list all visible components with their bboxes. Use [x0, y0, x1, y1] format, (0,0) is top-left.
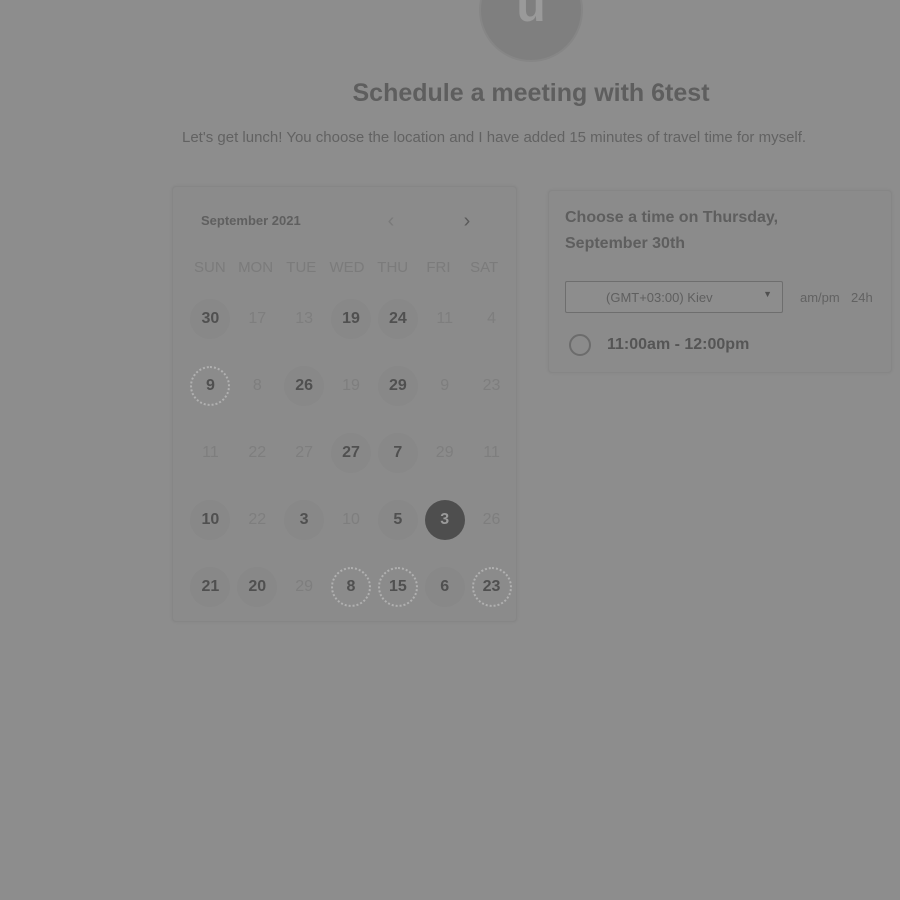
calendar-day: 11	[468, 419, 515, 486]
calendar-day-label: 17	[248, 309, 267, 327]
month-label: September 2021	[201, 213, 301, 228]
calendar-day[interactable]: 9	[187, 352, 234, 419]
calendar-day-label: 19	[330, 298, 371, 339]
caret-down-icon: ▼	[763, 289, 772, 299]
calendar-day-label: 24	[377, 298, 418, 339]
calendar-day[interactable]: 20	[234, 553, 281, 620]
calendar-day: 22	[234, 486, 281, 553]
calendar-day[interactable]: 23	[468, 553, 515, 620]
calendar-day-label: 20	[237, 566, 278, 607]
calendar-day-label: 11	[483, 443, 500, 461]
calendar-day-label: 27	[295, 443, 314, 461]
weekday-label: TUE	[286, 259, 317, 276]
chevron-right-icon[interactable]: ›	[457, 210, 477, 232]
page-title: Schedule a meeting with 6test	[352, 79, 710, 107]
time-picker-heading: Choose a time on Thursday, September 30t…	[565, 209, 779, 252]
calendar-day: 13	[281, 285, 328, 352]
calendar-day-label: 19	[342, 376, 360, 394]
time-picker-card: Choose a time on Thursday, September 30t…	[548, 190, 892, 373]
calendar-day[interactable]: 8	[328, 553, 375, 620]
chevron-left-icon[interactable]: ‹	[381, 210, 401, 232]
radio-icon[interactable]	[569, 334, 591, 356]
calendar-day-label: 22	[248, 510, 267, 528]
calendar-day: 29	[421, 419, 468, 486]
calendar-day-label: 8	[252, 376, 262, 394]
calendar-day: 26	[468, 486, 515, 553]
calendar-day[interactable]: 26	[281, 352, 328, 419]
calendar-day-label: 11	[202, 443, 219, 461]
calendar-day-label: 30	[190, 298, 231, 339]
calendar-day-label: 29	[435, 443, 454, 461]
calendar-day-label: 29	[377, 365, 418, 406]
weekday-header: SUN MON TUE WED THU FRI SAT	[187, 259, 507, 276]
24h-format-toggle[interactable]: 24h	[851, 290, 873, 305]
calendar-day[interactable]: 3	[421, 486, 468, 553]
calendar-day-label: 13	[295, 309, 314, 327]
calendar-day-label: 11	[436, 309, 453, 327]
calendar-day: 19	[328, 352, 375, 419]
calendar-day: 22	[234, 419, 281, 486]
weekday-label: SUN	[194, 259, 226, 276]
weekday-label: SAT	[470, 259, 499, 276]
calendar-day-label: 8	[330, 566, 371, 607]
calendar-day-label: 22	[248, 443, 267, 461]
calendar-day-label: 27	[330, 432, 371, 473]
calendar-day-label: 15	[377, 566, 418, 607]
calendar-day-label: 9	[190, 365, 231, 406]
calendar-day[interactable]: 3	[281, 486, 328, 553]
calendar-day-label: 23	[482, 376, 501, 394]
calendar-day-label: 10	[190, 499, 231, 540]
calendar-day-label: 21	[190, 566, 231, 607]
calendar-days-grid: 30 17 13 19 24 11 4 9 8 26 19 29 9 23 11 22 27 27 7 29 11 10 2…	[187, 285, 515, 620]
calendar-day[interactable]: 19	[328, 285, 375, 352]
calendar-day[interactable]: 29	[374, 352, 421, 419]
calendar-day: 23	[468, 352, 515, 419]
calendar-day-label: 3	[424, 499, 465, 540]
calendar-day-label: 10	[342, 510, 360, 528]
calendar-day: 11	[187, 419, 234, 486]
calendar-day: 17	[234, 285, 281, 352]
avatar: u	[479, 0, 583, 62]
calendar-day[interactable]: 5	[374, 486, 421, 553]
calendar-day: 4	[468, 285, 515, 352]
avatar-letter: u	[516, 0, 546, 32]
weekday-label: WED	[329, 259, 365, 276]
calendar-day[interactable]: 7	[374, 419, 421, 486]
calendar-day: 27	[281, 419, 328, 486]
timezone-value: (GMT+03:00) Kiev	[606, 289, 713, 305]
calendar-day-label: 4	[487, 309, 497, 327]
time-slot[interactable]: 11:00am - 12:00pm	[569, 334, 749, 356]
calendar-day-label: 6	[424, 566, 465, 607]
calendar-day-label: 29	[295, 577, 314, 595]
calendar-day[interactable]: 27	[328, 419, 375, 486]
time-slot-label: 11:00am - 12:00pm	[607, 336, 750, 353]
calendar-day-label: 26	[284, 365, 325, 406]
calendar-day: 9	[421, 352, 468, 419]
calendar-day[interactable]: 10	[187, 486, 234, 553]
calendar-day[interactable]: 24	[374, 285, 421, 352]
calendar-day-label: 26	[482, 510, 501, 528]
calendar-day[interactable]: 15	[374, 553, 421, 620]
calendar-day-label: 9	[440, 376, 450, 394]
weekday-label: THU	[377, 259, 409, 276]
calendar-day: 8	[234, 352, 281, 419]
calendar-day-label: 3	[284, 499, 325, 540]
calendar-day: 11	[421, 285, 468, 352]
calendar-day-label: 23	[471, 566, 512, 607]
calendar-day: 29	[281, 553, 328, 620]
ampm-format-toggle[interactable]: am/pm	[800, 290, 840, 305]
weekday-label: MON	[238, 259, 274, 276]
calendar-card: September 2021 ‹ › SUN MON TUE WED THU F…	[172, 186, 517, 622]
calendar-day: 10	[328, 486, 375, 553]
calendar-day[interactable]: 30	[187, 285, 234, 352]
calendar-day[interactable]: 21	[187, 553, 234, 620]
calendar-day-label: 7	[377, 432, 418, 473]
weekday-label: FRI	[426, 259, 451, 276]
timezone-select[interactable]: (GMT+03:00) Kiev ▼	[565, 281, 783, 313]
page-subtitle: Let's get lunch! You choose the location…	[182, 129, 807, 146]
calendar-day-label: 5	[377, 499, 418, 540]
calendar-day[interactable]: 6	[421, 553, 468, 620]
